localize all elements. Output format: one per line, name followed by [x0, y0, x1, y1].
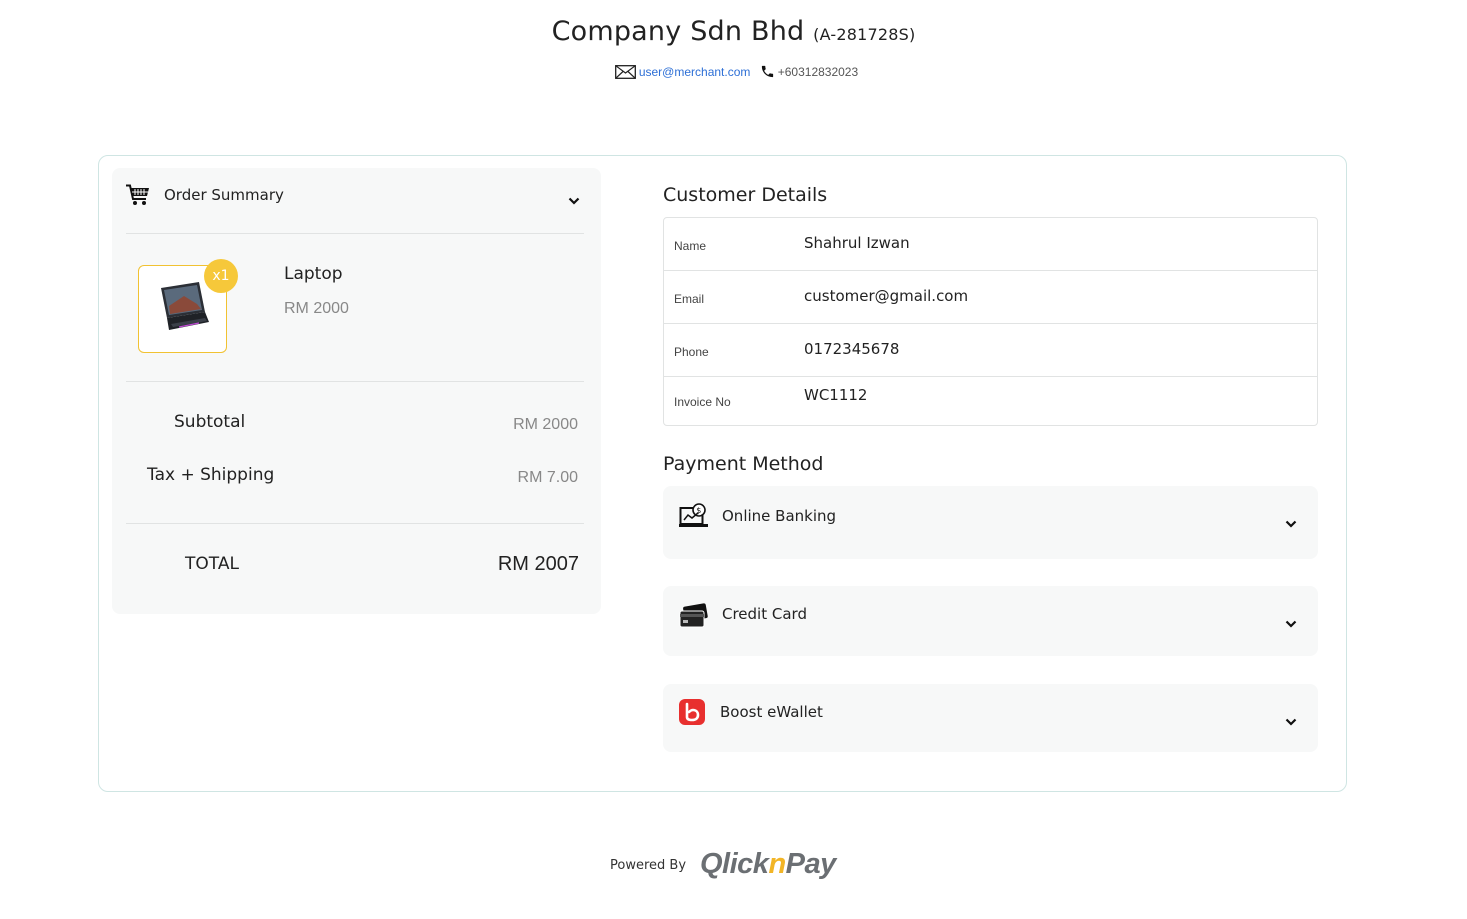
order-summary-header[interactable]: Order Summary [126, 182, 584, 234]
tax-shipping-value: RM 7.00 [517, 469, 578, 486]
totals-block: Subtotal RM 2000 Tax + Shipping RM 7.00 [126, 382, 584, 524]
online-banking-icon: $ [679, 503, 709, 533]
chevron-down-icon[interactable] [1285, 613, 1297, 632]
tax-shipping-label: Tax + Shipping [147, 465, 275, 485]
customer-row-value: 0172345678 [804, 340, 900, 358]
quantity-badge: x1 [204, 259, 238, 293]
order-summary-title: Order Summary [164, 186, 284, 204]
brand-left: Qlick [700, 848, 769, 880]
phone-icon [760, 64, 775, 82]
merchant-phone: +60312832023 [777, 65, 859, 80]
mail-icon [614, 64, 636, 82]
boost-ewallet-icon [679, 699, 705, 729]
chevron-down-icon[interactable] [568, 190, 580, 209]
customer-row-name: Name Shahrul Izwan [664, 218, 1317, 271]
order-summary-panel: Order Summary x1 Laptop RM 2000 Subtotal… [112, 168, 601, 614]
company-reg-no: (A-281728S) [813, 25, 916, 44]
customer-details-table: Name Shahrul Izwan Email customer@gmail.… [663, 217, 1318, 426]
customer-row-value: Shahrul Izwan [804, 234, 910, 252]
customer-row-email: Email customer@gmail.com [664, 271, 1317, 324]
customer-row-invoice: Invoice No WC1112 [664, 377, 1317, 430]
customer-details-title: Customer Details [663, 184, 828, 206]
customer-row-phone: Phone 0172345678 [664, 324, 1317, 377]
company-title: Company Sdn Bhd (A-281728S) [0, 16, 1467, 47]
customer-row-label: Email [674, 292, 705, 306]
subtotal-value: RM 2000 [513, 416, 578, 433]
subtotal-label: Subtotal [174, 412, 246, 432]
powered-by-label: Powered By [610, 858, 687, 873]
total-value: RM 2007 [497, 553, 579, 575]
customer-row-value: customer@gmail.com [804, 287, 969, 305]
chevron-down-icon[interactable] [1285, 711, 1297, 730]
company-name: Company Sdn Bhd [551, 16, 805, 47]
item-name: Laptop [284, 264, 343, 284]
customer-row-label: Phone [674, 345, 709, 359]
merchant-email-link[interactable]: user@merchant.com [639, 65, 751, 79]
payment-option-boost-ewallet[interactable]: Boost eWallet [663, 684, 1318, 752]
credit-card-icon [679, 603, 709, 633]
customer-row-value: WC1112 [804, 386, 868, 404]
total-label: TOTAL [185, 554, 239, 574]
brand-mid: n [768, 848, 786, 880]
payment-method-title: Payment Method [663, 453, 824, 475]
qlicknpay-logo: QlicknPay [700, 848, 836, 881]
checkout-card: Order Summary x1 Laptop RM 2000 Subtotal… [98, 155, 1347, 792]
payment-option-credit-card[interactable]: Credit Card [663, 586, 1318, 656]
shopping-cart-icon [126, 184, 150, 210]
item-price: RM 2000 [284, 300, 349, 317]
payment-option-label: Credit Card [722, 605, 807, 623]
merchant-contact: user@merchant.com +60312832023 [0, 64, 1467, 82]
order-item: x1 Laptop RM 2000 [126, 234, 584, 382]
payment-option-label: Boost eWallet [720, 703, 823, 721]
chevron-down-icon[interactable] [1285, 513, 1297, 532]
customer-row-label: Invoice No [674, 395, 731, 409]
payment-option-label: Online Banking [722, 507, 837, 525]
brand-right: Pay [785, 848, 837, 880]
customer-row-label: Name [674, 239, 707, 253]
payment-option-online-banking[interactable]: $ Online Banking [663, 486, 1318, 559]
